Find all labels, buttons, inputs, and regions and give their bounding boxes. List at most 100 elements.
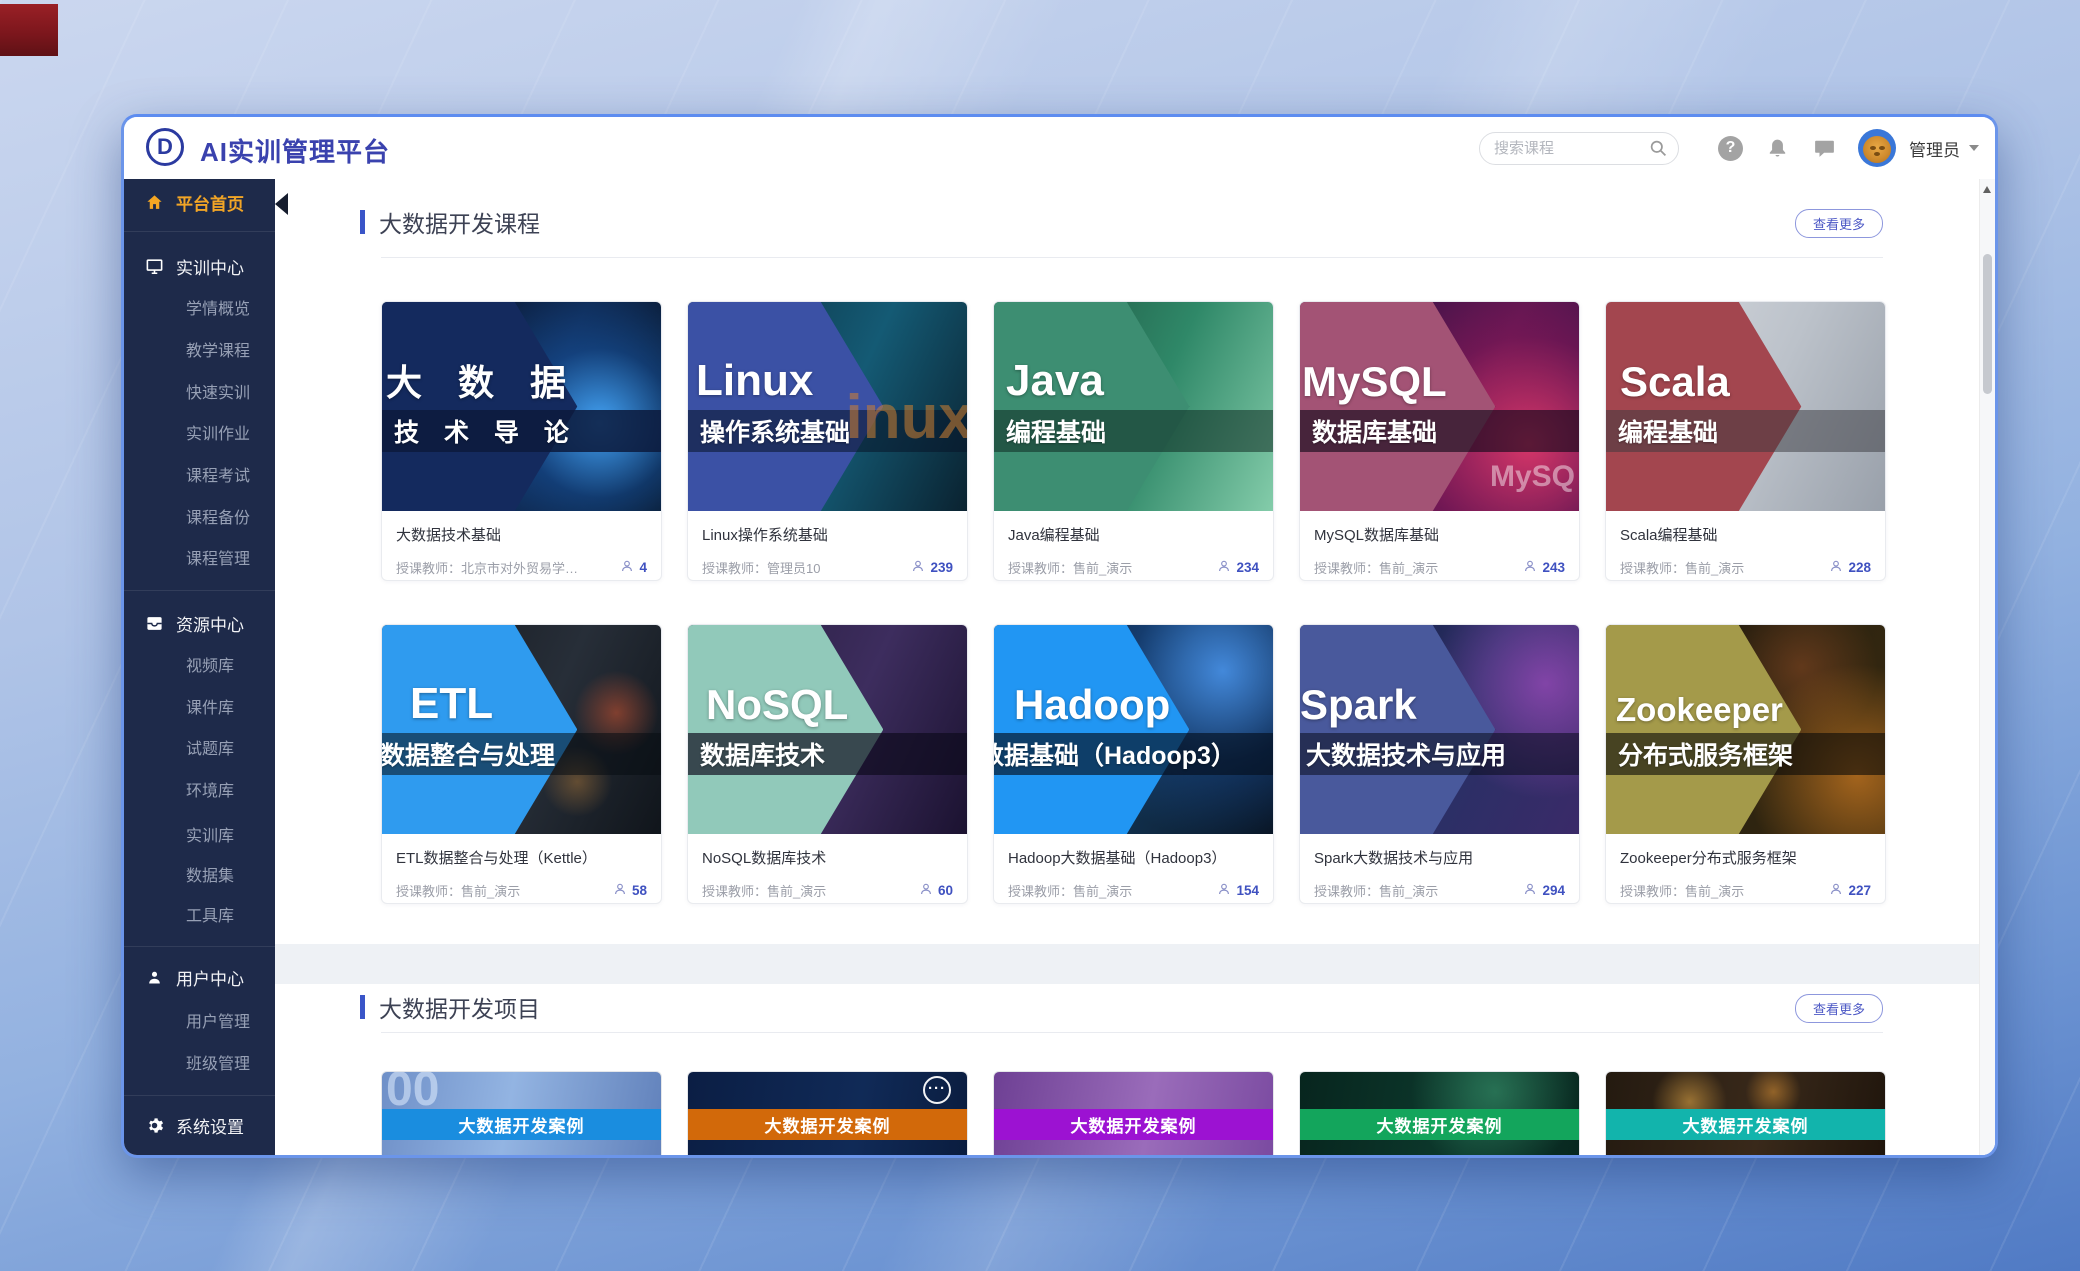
view-more-button[interactable]: 查看更多	[1795, 994, 1883, 1023]
sidebar-subitem[interactable]: 班级管理	[124, 1045, 275, 1079]
course-cover: Java编程基础	[994, 302, 1273, 511]
sidebar-subitem[interactable]: 用户管理	[124, 1003, 275, 1037]
sidebar-item-label: 系统设置	[176, 1113, 244, 1138]
course-card[interactable]: Zookeeper分布式服务框架Zookeeper分布式服务框架授课教师：售前_…	[1605, 624, 1886, 904]
member-count: 243	[1523, 559, 1565, 576]
more-options-icon	[923, 1076, 951, 1104]
cover-title: Zookeeper	[1616, 663, 1783, 729]
sidebar-item-system-settings[interactable]: 系统设置	[124, 1108, 275, 1142]
scrollbar[interactable]	[1979, 179, 1995, 1155]
sidebar-group-user-center[interactable]: 用户中心	[124, 960, 275, 994]
sidebar-group-training-center[interactable]: 实训中心	[124, 249, 275, 283]
search-box	[1479, 132, 1679, 165]
sidebar-subitem[interactable]: 实训作业	[124, 415, 275, 449]
course-name: Zookeeper分布式服务框架	[1620, 847, 1871, 868]
member-count: 58	[613, 882, 647, 899]
course-card[interactable]: MySQMySQL数据库基础MySQL数据库基础授课教师：售前_演示243	[1299, 301, 1580, 581]
course-name: Java编程基础	[1008, 524, 1259, 545]
sidebar-subitem[interactable]: 环境库	[124, 772, 275, 806]
course-teacher: 授课教师：售前_演示	[1314, 881, 1438, 900]
course-meta-row: 授课教师：北京市对外贸易学校教...4	[396, 558, 647, 577]
course-meta-row: 授课教师：售前_演示234	[1008, 558, 1259, 577]
app-logo: D	[146, 128, 184, 166]
search-icon[interactable]	[1649, 139, 1668, 163]
sidebar-subitem[interactable]: 课程管理	[124, 540, 275, 574]
sidebar-subitem[interactable]: 课程备份	[124, 499, 275, 533]
project-banner: 大数据开发案例	[688, 1109, 967, 1140]
sidebar-subitem[interactable]: 试题库	[124, 730, 275, 764]
sidebar-subitem[interactable]: 课件库	[124, 689, 275, 723]
cover-title: Spark	[1300, 663, 1417, 729]
chat-icon[interactable]	[1811, 135, 1837, 161]
course-card[interactable]: NoSQL数据库技术NoSQL数据库技术授课教师：售前_演示60	[687, 624, 968, 904]
sidebar-divider	[124, 590, 275, 591]
sidebar-subitem[interactable]: 教学课程	[124, 332, 275, 366]
sidebar-divider	[124, 231, 275, 232]
course-cover: ETL数据整合与处理	[382, 625, 661, 834]
course-cover: Spark大数据技术与应用	[1300, 625, 1579, 834]
project-card[interactable]: 大数据开发案例	[1605, 1071, 1886, 1155]
cover-title: ETL	[410, 663, 493, 729]
sidebar-subitem[interactable]: 课程考试	[124, 457, 275, 491]
help-icon[interactable]	[1718, 136, 1743, 161]
scrollbar-thumb[interactable]	[1983, 254, 1992, 394]
section-title: 大数据开发课程	[379, 205, 540, 239]
project-card[interactable]: 大数据开发案例	[993, 1071, 1274, 1155]
cover-arrow-shape	[1606, 302, 1801, 511]
course-meta-row: 授课教师：售前_演示58	[396, 881, 647, 900]
course-card[interactable]: Scala编程基础Scala编程基础授课教师：售前_演示 228	[1605, 301, 1886, 581]
course-cover: Zookeeper分布式服务框架	[1606, 625, 1885, 834]
project-banner: 大数据开发案例	[1300, 1109, 1579, 1140]
member-count-value: 228	[1848, 560, 1871, 575]
project-card[interactable]: 大数据开发案例	[381, 1071, 662, 1155]
course-card[interactable]: Hadoop大数据基础（Hadoop3）Hadoop大数据基础（Hadoop3）…	[993, 624, 1274, 904]
course-meta-row: 授课教师：管理员10239	[702, 558, 953, 577]
sidebar-subitem[interactable]: 数据集	[124, 857, 275, 891]
sidebar-item-label: 平台首页	[176, 190, 244, 215]
person-icon	[1829, 559, 1843, 576]
sidebar-item-platform-home[interactable]: 平台首页	[124, 185, 275, 219]
view-more-button[interactable]: 查看更多	[1795, 209, 1883, 238]
sidebar-item-label: 实训中心	[176, 254, 244, 279]
course-name: 大数据技术基础	[396, 524, 647, 545]
course-card-body: Scala编程基础授课教师：售前_演示 228	[1606, 511, 1885, 577]
caret-down-icon[interactable]	[1969, 145, 1979, 151]
course-teacher: 授课教师：售前_演示	[1008, 558, 1132, 577]
course-teacher: 授课教师：售前_演示	[1008, 881, 1132, 900]
member-count-value: 58	[632, 883, 647, 898]
sidebar-subitem[interactable]: 视频库	[124, 647, 275, 681]
user-name[interactable]: 管理员	[1909, 136, 1960, 161]
course-name: Scala编程基础	[1620, 524, 1871, 545]
course-card[interactable]: Spark大数据技术与应用Spark大数据技术与应用授课教师：售前_演示294	[1299, 624, 1580, 904]
sidebar-subitem[interactable]: 工具库	[124, 897, 275, 931]
sidebar-subitem[interactable]: 实训库	[124, 817, 275, 851]
accent-bar	[360, 995, 365, 1019]
section-title: 大数据开发项目	[379, 990, 540, 1024]
project-card[interactable]: 大数据开发案例	[1299, 1071, 1580, 1155]
cover-arrow-shape	[1606, 625, 1801, 834]
sidebar-collapse-arrow[interactable]	[275, 193, 288, 215]
scrollbar-up-arrow[interactable]	[1983, 186, 1991, 193]
course-teacher: 授课教师：售前_演示	[1620, 558, 1744, 577]
section-title-row: 大数据开发项目	[381, 990, 540, 1024]
course-meta-row: 授课教师：售前_演示243	[1314, 558, 1565, 577]
section-courses: 大数据开发课程 查看更多 大 数 据技 术 导 论大数据技术基础授课教师：北京市…	[275, 179, 1995, 944]
user-avatar[interactable]	[1858, 129, 1896, 167]
course-card[interactable]: Java编程基础Java编程基础授课教师：售前_演示234	[993, 301, 1274, 581]
course-card[interactable]: ETL数据整合与处理ETL数据整合与处理（Kettle）授课教师：售前_演示58	[381, 624, 662, 904]
sidebar-subitem[interactable]: 学情概览	[124, 290, 275, 324]
course-card[interactable]: inuxLinux操作系统基础Linux操作系统基础授课教师：管理员10239	[687, 301, 968, 581]
archive-icon	[143, 614, 165, 633]
project-card[interactable]: 大数据开发案例	[687, 1071, 968, 1155]
sidebar-item-label: 用户中心	[176, 965, 244, 990]
course-card[interactable]: 大 数 据技 术 导 论大数据技术基础授课教师：北京市对外贸易学校教...4	[381, 301, 662, 581]
cover-arrow-shape	[1300, 302, 1495, 511]
app-window: D AI实训管理平台 管理员	[121, 114, 1998, 1158]
section-header: 大数据开发课程 查看更多	[381, 205, 1883, 258]
sidebar-subitem[interactable]: 快速实训	[124, 374, 275, 408]
course-meta-row: 授课教师：售前_演示 294	[1314, 881, 1565, 900]
member-count-value: 294	[1542, 883, 1565, 898]
bell-icon[interactable]	[1764, 135, 1790, 161]
sidebar-group-resource-center[interactable]: 资源中心	[124, 606, 275, 640]
course-card-body: MySQL数据库基础授课教师：售前_演示243	[1300, 511, 1579, 577]
